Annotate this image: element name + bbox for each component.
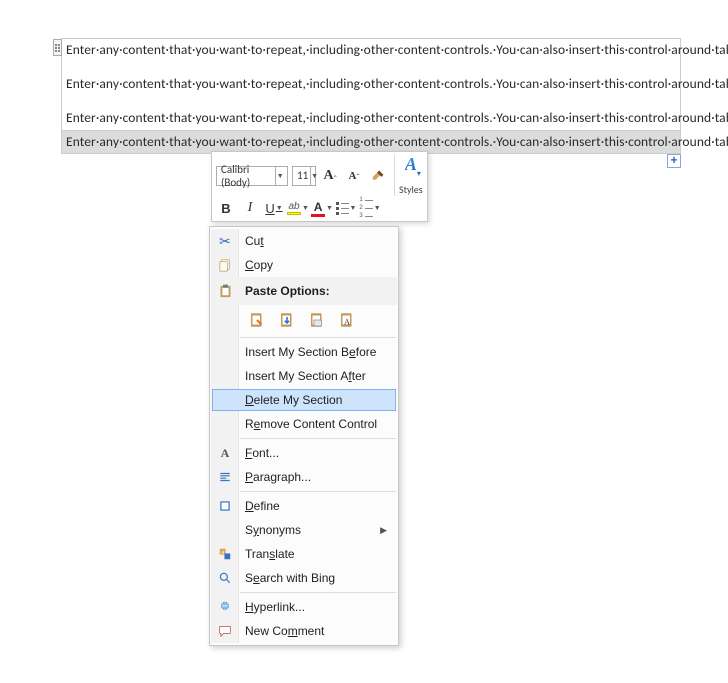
context-menu-define[interactable]: Define xyxy=(211,494,397,518)
section-paragraph[interactable]: Enter·any·content·that·you·want·to·repea… xyxy=(62,39,680,61)
section-paragraph[interactable]: Enter·any·content·that·you·want·to·repea… xyxy=(62,107,680,129)
font-icon: A xyxy=(221,446,230,461)
context-menu-hyperlink[interactable]: Hyperlink... xyxy=(211,595,397,619)
context-menu-translate[interactable]: a Translate xyxy=(211,542,397,566)
paste-picture[interactable] xyxy=(305,308,329,332)
svg-text:A: A xyxy=(344,318,350,327)
font-size-combo[interactable]: 11 ▼ xyxy=(292,166,316,186)
comment-icon xyxy=(218,624,232,638)
format-painter-button[interactable] xyxy=(368,166,388,186)
scissors-icon: ✂ xyxy=(219,233,231,250)
book-icon xyxy=(218,499,232,513)
mini-toolbar: Calibri (Body) ▼ 11 ▼ Aˆ Aˇ A▾ Styles B … xyxy=(211,151,428,222)
font-name-combo[interactable]: Calibri (Body) ▼ xyxy=(216,166,288,186)
content-control-handle[interactable] xyxy=(53,39,62,56)
context-menu-cut[interactable]: ✂ Cut xyxy=(211,229,397,253)
add-section-button[interactable]: + xyxy=(667,154,681,168)
brush-icon xyxy=(370,167,387,184)
text-highlight-button[interactable]: ab ▼ xyxy=(288,198,308,218)
context-menu-font[interactable]: A Font... xyxy=(211,441,397,465)
context-menu: ✂ Cut Copy Paste Options: A Insert My Se… xyxy=(209,226,399,646)
search-icon xyxy=(218,571,232,585)
numbering-button[interactable]: 1 2 3 ▼ xyxy=(360,198,380,218)
context-menu-delete-section[interactable]: Delete My Section xyxy=(212,389,396,411)
clipboard-arrow-icon xyxy=(278,310,296,330)
clipboard-paintbrush-icon xyxy=(248,310,266,330)
repeating-section-content-control: Enter·any·content·that·you·want·to·repea… xyxy=(61,38,681,154)
context-menu-new-comment[interactable]: New Comment xyxy=(211,619,397,643)
underline-button[interactable]: U▼ xyxy=(264,198,284,218)
clipboard-icon xyxy=(218,283,233,300)
chevron-down-icon[interactable]: ▼ xyxy=(310,167,318,185)
bullets-button[interactable]: ▼ xyxy=(336,198,356,218)
numbering-icon: 1 2 3 xyxy=(359,197,372,219)
context-menu-synonyms[interactable]: Synonyms ▶ xyxy=(211,518,397,542)
context-menu-paste-heading: Paste Options: xyxy=(211,277,397,305)
globe-link-icon xyxy=(218,600,232,614)
clipboard-text-icon: A xyxy=(338,310,356,330)
paste-options-row: A xyxy=(211,305,397,335)
chevron-right-icon: ▶ xyxy=(380,525,387,536)
grow-font-button[interactable]: Aˆ xyxy=(320,166,340,186)
font-color-button[interactable]: A ▼ xyxy=(312,198,332,218)
context-menu-search-bing[interactable]: Search with Bing xyxy=(211,566,397,590)
font-size-value: 11 xyxy=(297,169,308,182)
section-paragraph-selected[interactable]: Enter·any·content·that·you·want·to·repea… xyxy=(62,131,680,153)
context-menu-paragraph[interactable]: Paragraph... xyxy=(211,465,397,489)
context-menu-insert-after[interactable]: Insert My Section After xyxy=(211,364,397,388)
svg-text:a: a xyxy=(222,549,225,554)
context-menu-copy[interactable]: Copy xyxy=(211,253,397,277)
clipboard-picture-icon xyxy=(308,310,326,330)
font-name-value: Calibri (Body) xyxy=(221,163,273,189)
bold-button[interactable]: B xyxy=(216,198,236,218)
font-color-swatch xyxy=(311,214,325,217)
bullets-icon xyxy=(336,202,349,215)
italic-button[interactable]: I xyxy=(240,198,260,218)
translate-icon: a xyxy=(218,547,232,561)
paste-text-only[interactable]: A xyxy=(335,308,359,332)
context-menu-remove-content-control[interactable]: Remove Content Control xyxy=(211,412,397,436)
section-paragraph[interactable]: Enter·any·content·that·you·want·to·repea… xyxy=(62,73,680,95)
copy-icon xyxy=(218,258,233,273)
styles-button[interactable]: A▾ Styles xyxy=(394,155,423,196)
chevron-down-icon[interactable]: ▼ xyxy=(275,167,285,185)
styles-icon: A xyxy=(405,155,417,173)
shrink-font-button[interactable]: Aˇ xyxy=(344,166,364,186)
highlight-swatch xyxy=(287,212,301,215)
context-menu-insert-before[interactable]: Insert My Section Before xyxy=(211,340,397,364)
paste-keep-source[interactable] xyxy=(245,308,269,332)
paragraph-icon xyxy=(218,470,232,484)
paste-merge-formatting[interactable] xyxy=(275,308,299,332)
